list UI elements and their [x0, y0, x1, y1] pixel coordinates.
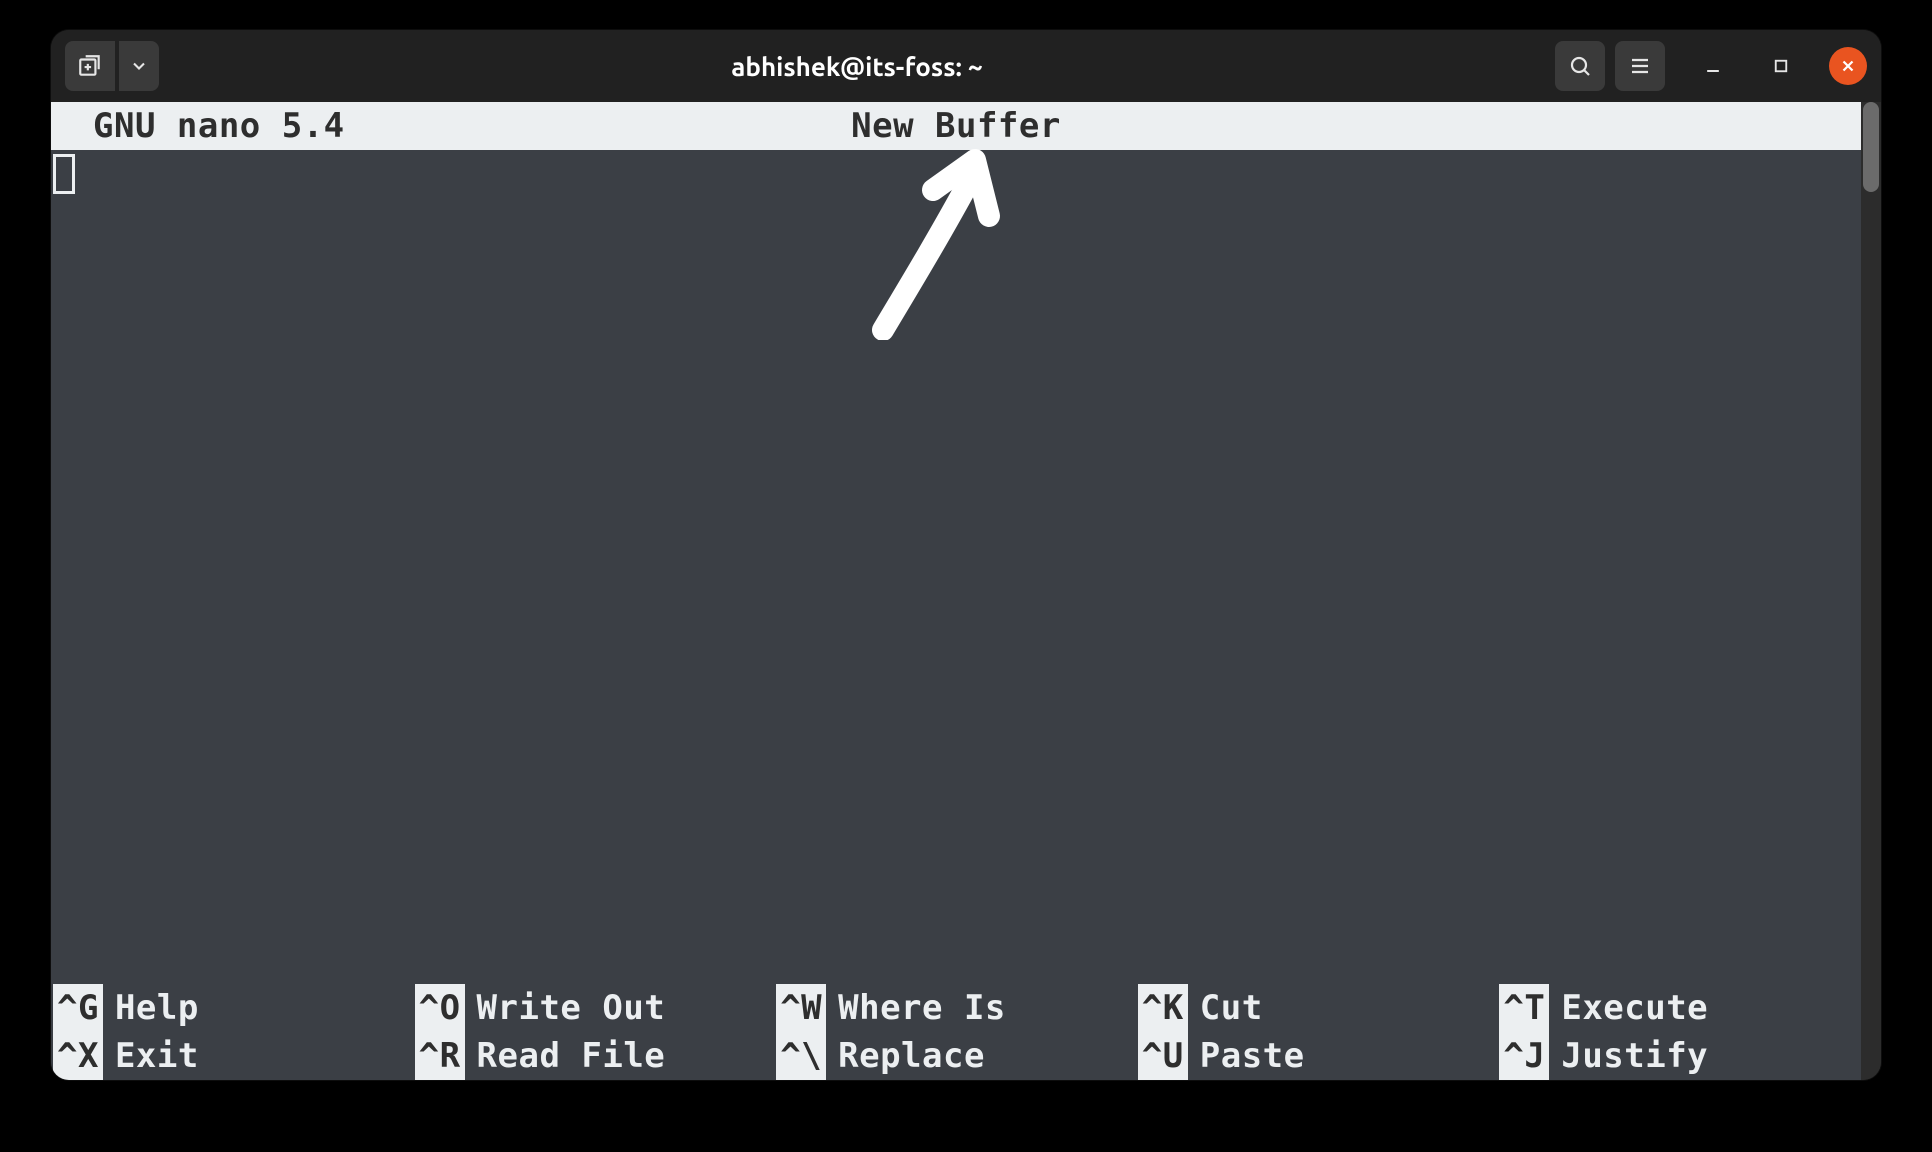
- shortcut-justify: ^JJustify: [1499, 1032, 1861, 1080]
- scrollbar[interactable]: [1861, 102, 1881, 1080]
- nano-editor-area[interactable]: [51, 150, 1861, 984]
- shortcut-exit: ^XExit: [53, 1032, 415, 1080]
- menu-button[interactable]: [1615, 41, 1665, 91]
- shortcut-label: Read File: [477, 1032, 666, 1080]
- shortcut-key: ^X: [53, 1032, 103, 1080]
- shortcut-label: Exit: [115, 1032, 199, 1080]
- shortcut-label: Justify: [1561, 1032, 1708, 1080]
- shortcut-writeout: ^OWrite Out: [415, 984, 777, 1032]
- shortcut-key: ^R: [415, 1032, 465, 1080]
- shortcut-label: Write Out: [477, 984, 666, 1032]
- nano-version: GNU nano 5.4: [93, 102, 345, 150]
- shortcut-whereis: ^WWhere Is: [776, 984, 1138, 1032]
- hamburger-icon: [1628, 54, 1652, 78]
- terminal-window: abhishek@its-foss: ~ GNU nano 5.4 N: [51, 30, 1881, 1080]
- scrollbar-thumb[interactable]: [1863, 102, 1879, 192]
- shortcut-key: ^U: [1138, 1032, 1188, 1080]
- minimize-button[interactable]: [1693, 46, 1733, 86]
- shortcut-cut: ^KCut: [1138, 984, 1500, 1032]
- terminal[interactable]: GNU nano 5.4 New Buffer ^GHelp ^OWrite O…: [51, 102, 1861, 1080]
- search-icon: [1568, 54, 1592, 78]
- shortcut-key: ^\: [776, 1032, 826, 1080]
- nano-footer: ^GHelp ^OWrite Out ^WWhere Is ^KCut ^TEx…: [51, 984, 1861, 1080]
- new-tab-dropdown-button[interactable]: [119, 41, 159, 91]
- shortcut-key: ^W: [776, 984, 826, 1032]
- shortcut-key: ^O: [415, 984, 465, 1032]
- maximize-icon: [1772, 57, 1790, 75]
- search-button[interactable]: [1555, 41, 1605, 91]
- nano-header: GNU nano 5.4 New Buffer: [51, 102, 1861, 150]
- nano-buffer-name: New Buffer: [851, 102, 1061, 150]
- shortcut-help: ^GHelp: [53, 984, 415, 1032]
- minimize-icon: [1703, 56, 1723, 76]
- titlebar-left-controls: [65, 41, 159, 91]
- shortcut-label: Cut: [1200, 984, 1263, 1032]
- shortcut-label: Execute: [1561, 984, 1708, 1032]
- shortcut-readfile: ^RRead File: [415, 1032, 777, 1080]
- close-icon: [1839, 57, 1857, 75]
- shortcut-label: Where Is: [838, 984, 1006, 1032]
- maximize-button[interactable]: [1761, 46, 1801, 86]
- text-cursor: [53, 154, 75, 194]
- shortcut-key: ^T: [1499, 984, 1549, 1032]
- annotation-arrow-icon: [853, 140, 1023, 340]
- shortcut-key: ^K: [1138, 984, 1188, 1032]
- shortcut-paste: ^UPaste: [1138, 1032, 1500, 1080]
- shortcut-key: ^J: [1499, 1032, 1549, 1080]
- shortcut-label: Paste: [1200, 1032, 1305, 1080]
- chevron-down-icon: [129, 56, 149, 76]
- terminal-wrap: GNU nano 5.4 New Buffer ^GHelp ^OWrite O…: [51, 102, 1881, 1080]
- titlebar: abhishek@its-foss: ~: [51, 30, 1881, 102]
- close-button[interactable]: [1829, 47, 1867, 85]
- new-tab-icon: [77, 53, 103, 79]
- shortcut-replace: ^\Replace: [776, 1032, 1138, 1080]
- shortcut-label: Replace: [838, 1032, 985, 1080]
- window-title: abhishek@its-foss: ~: [167, 52, 1547, 81]
- shortcut-key: ^G: [53, 984, 103, 1032]
- shortcut-label: Help: [115, 984, 199, 1032]
- shortcut-execute: ^TExecute: [1499, 984, 1861, 1032]
- titlebar-right-controls: [1555, 41, 1867, 91]
- new-tab-button[interactable]: [65, 41, 115, 91]
